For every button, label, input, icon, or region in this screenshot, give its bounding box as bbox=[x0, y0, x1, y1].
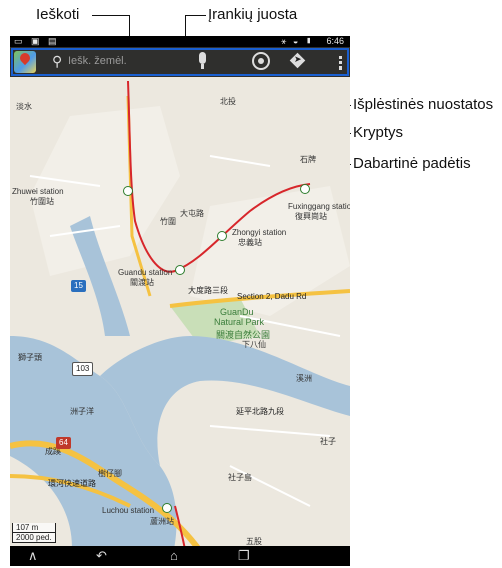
road-shield-103: 103 bbox=[72, 362, 94, 376]
map-label: 石牌 bbox=[300, 155, 316, 164]
map-label: 樹仔腳 bbox=[98, 469, 122, 478]
map-label: 忠義站 bbox=[238, 238, 262, 247]
station-icon-zhongyi[interactable] bbox=[217, 231, 227, 241]
status-bar: ▭ ▣ ▤ ⚹ ◒ ▮ 6:46 bbox=[10, 36, 350, 47]
map-label: 關渡站 bbox=[130, 278, 154, 287]
map-label: Section 2, Dadu Rd bbox=[237, 292, 307, 301]
station-icon-fuxinggang[interactable] bbox=[300, 184, 310, 194]
status-icons: ⚹ ◒ ▮ bbox=[280, 36, 314, 46]
scale-top: 107 m bbox=[12, 523, 56, 533]
map-scale: 107 m 2000 ped. bbox=[12, 523, 56, 543]
status-time: 6:46 bbox=[326, 36, 344, 46]
toolbar-callout-label: Įrankių juosta bbox=[208, 6, 298, 23]
map-label: 延平北路九段 bbox=[236, 407, 284, 416]
map-label: 社子 bbox=[320, 437, 336, 446]
map-label: 大度路三段 bbox=[188, 286, 228, 295]
map-label: 洲子洋 bbox=[70, 407, 94, 416]
map-label: 社子島 bbox=[228, 473, 252, 482]
location-callout-label: Dabartinė padėtis bbox=[353, 155, 471, 172]
map-label: Natural Park bbox=[214, 317, 265, 327]
map-label: Zhuwei station bbox=[12, 187, 64, 196]
station-icon-zhuwei[interactable] bbox=[123, 186, 133, 196]
map-label: Luchou station bbox=[102, 506, 155, 515]
settings-callout-label: Išplėstinės nuostatos bbox=[353, 96, 494, 113]
toolbar-highlight bbox=[11, 48, 349, 76]
road-shield-64: 64 bbox=[56, 437, 71, 449]
navigation-bar: ∧ ↶ ⌂ ❐ bbox=[10, 546, 350, 566]
map-label: 北投 bbox=[220, 97, 236, 106]
map-label: GuanDu bbox=[220, 307, 254, 317]
recents-chevron-icon[interactable]: ∧ bbox=[28, 548, 38, 564]
station-icon-luchou[interactable] bbox=[162, 503, 172, 513]
map-label: 獅子頭 bbox=[18, 353, 42, 362]
map-label: 大屯路 bbox=[180, 209, 204, 218]
road-shield-15: 15 bbox=[71, 280, 86, 292]
back-icon[interactable]: ↶ bbox=[96, 548, 107, 564]
map-label: Fuxinggang station bbox=[288, 202, 350, 211]
map-label: Zhongyi station bbox=[232, 228, 287, 237]
device-screen: 淡水 北投 石牌 Zhuwei station 竹圍站 Fuxinggang s… bbox=[10, 36, 350, 566]
map-label: 下八仙 bbox=[242, 340, 266, 349]
map-label: Guandu station bbox=[118, 268, 173, 277]
map-label: 溪洲 bbox=[296, 374, 312, 383]
map-label: 環河快速道路 bbox=[48, 479, 96, 488]
map-label: 復興崗站 bbox=[295, 212, 327, 221]
map-label: 竹圍 bbox=[160, 217, 176, 226]
home-icon[interactable]: ⌂ bbox=[170, 548, 178, 564]
recent-apps-icon[interactable]: ❐ bbox=[238, 548, 250, 564]
search-callout-line bbox=[92, 15, 129, 16]
directions-callout-label: Kryptys bbox=[353, 124, 404, 141]
search-callout-label: Ieškoti bbox=[36, 6, 80, 23]
map-label: 蘆洲站 bbox=[150, 517, 174, 526]
toolbar-callout-line bbox=[185, 15, 206, 16]
map-label: 淡水 bbox=[16, 102, 32, 111]
scale-bottom: 2000 ped. bbox=[12, 533, 56, 543]
notification-icons: ▭ ▣ ▤ bbox=[14, 36, 60, 46]
station-icon-guandu[interactable] bbox=[175, 265, 185, 275]
map-label: 竹圍站 bbox=[30, 197, 54, 206]
